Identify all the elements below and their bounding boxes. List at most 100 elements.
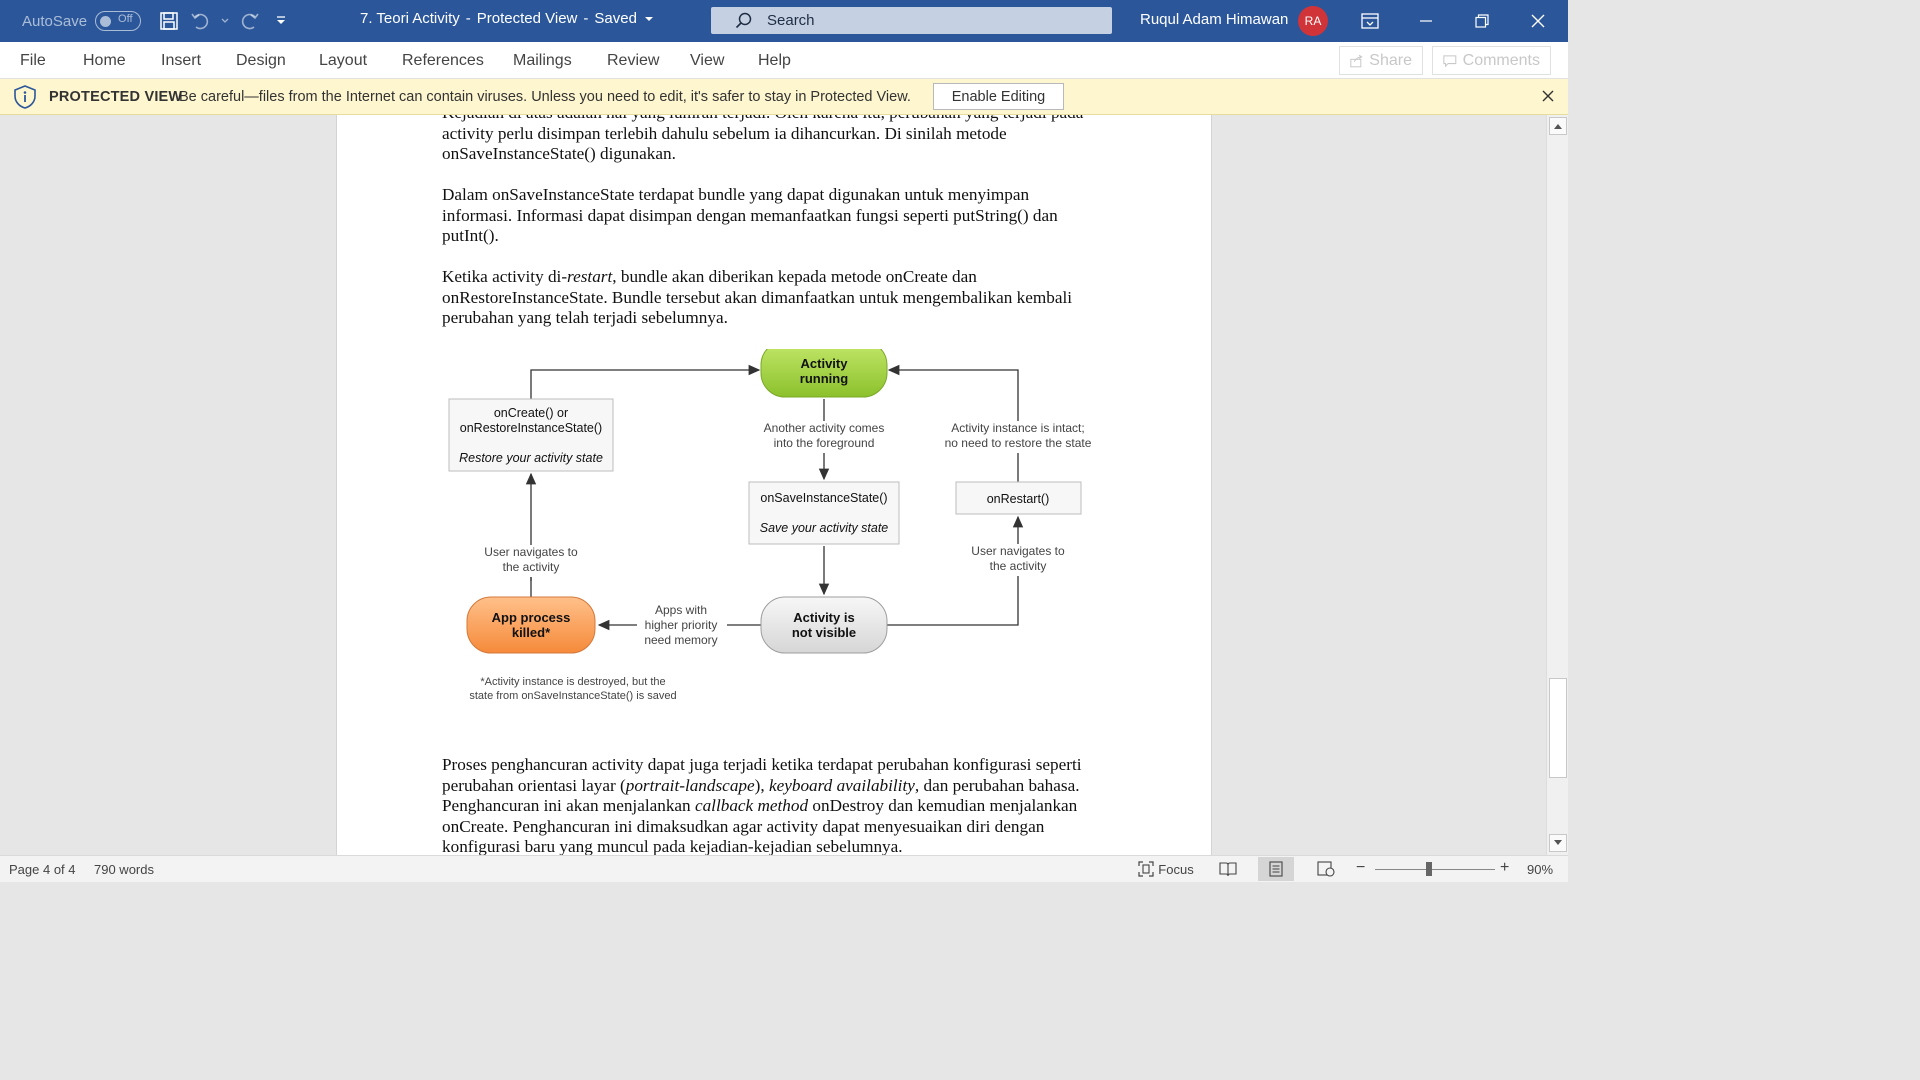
minimize-icon: [1420, 20, 1432, 22]
web-layout-icon: [1317, 861, 1335, 877]
document-area: Kejadian di atas adalah hal yang lumrah …: [0, 115, 1546, 855]
text-line: putInt().: [442, 226, 499, 245]
zoom-out-button[interactable]: −: [1356, 859, 1365, 877]
undo-icon[interactable]: [187, 7, 215, 35]
text-line: onSaveInstanceState() digunakan.: [442, 144, 676, 163]
tab-file[interactable]: File: [20, 52, 46, 70]
close-window-button[interactable]: [1510, 0, 1566, 42]
italic-run: portrait-landscape: [625, 775, 755, 795]
activity-lifecycle-diagram: Activity running onCreate() or onRestore…: [448, 349, 1101, 702]
app-process-killed-node: App process killed*: [466, 596, 596, 654]
paragraph-2: Ketika activity di-restart, bundle akan …: [442, 267, 1112, 329]
ribbon-tabs: File Home Insert Design Layout Reference…: [0, 42, 1568, 79]
scroll-thumb[interactable]: [1549, 678, 1567, 778]
activity-running-node: Activity running: [760, 349, 888, 398]
close-icon[interactable]: [1540, 88, 1556, 104]
zoom-slider-thumb[interactable]: [1426, 862, 1432, 876]
enable-editing-button[interactable]: Enable Editing: [933, 83, 1064, 110]
restore-icon: [1475, 14, 1489, 28]
restore-button[interactable]: [1454, 0, 1510, 42]
autosave-toggle[interactable]: Off: [95, 11, 142, 31]
another-label-1: Another activity comes: [764, 421, 885, 435]
italic-run: keyboard availability: [768, 775, 915, 795]
tab-design[interactable]: Design: [236, 52, 286, 70]
text-line: onCreate. Penghancuran ini dimaksudkan a…: [442, 816, 1045, 836]
comment-icon: [1443, 54, 1457, 67]
tab-mailings[interactable]: Mailings: [513, 52, 572, 70]
italic-run: callback method: [694, 796, 809, 815]
page-count[interactable]: Page 4 of 4: [9, 862, 76, 877]
minimize-button[interactable]: [1398, 0, 1454, 42]
customize-qat-icon[interactable]: [267, 7, 295, 35]
text-line: informasi. Informasi dapat disimpan deng…: [442, 205, 1058, 225]
share-icon: [1350, 54, 1363, 67]
autosave-label: AutoSave: [22, 12, 88, 30]
protected-view-bar: PROTECTED VIEW Be careful—files from the…: [0, 79, 1568, 115]
arrow-up-icon: [1554, 124, 1562, 129]
text-run: , dan perubahan bahasa.: [914, 775, 1080, 795]
user-name[interactable]: Ruqul Adam Himawan: [1140, 11, 1288, 28]
undo-dropdown-icon[interactable]: [219, 7, 231, 35]
tab-references[interactable]: References: [402, 52, 484, 70]
avatar[interactable]: RA: [1298, 6, 1328, 36]
text-run: Ketika activity di-: [442, 267, 568, 286]
book-icon: [1219, 862, 1237, 877]
focus-button[interactable]: Focus: [1136, 857, 1196, 881]
text-run: perubahan orientasi layar (: [442, 775, 626, 795]
redo-icon[interactable]: [235, 7, 263, 35]
tab-view[interactable]: View: [690, 52, 724, 70]
search-box[interactable]: Search: [711, 7, 1112, 34]
tab-home[interactable]: Home: [83, 52, 126, 70]
footnote-line-1: *Activity instance is destroyed, but the: [480, 676, 665, 688]
nav-right-label-1: User navigates to: [971, 544, 1065, 558]
running-label-1: Activity: [801, 356, 849, 371]
comments-label: Comments: [1462, 51, 1540, 69]
vertical-scrollbar[interactable]: [1546, 115, 1568, 855]
intact-caption: Activity instance is intact; no need to …: [935, 421, 1101, 453]
autosave-state: Off: [118, 13, 133, 25]
tab-insert[interactable]: Insert: [161, 52, 201, 70]
footnote-line-2: state from onSaveInstanceState() is save…: [469, 690, 676, 702]
text-run: ),: [754, 775, 769, 795]
web-layout-button[interactable]: [1308, 857, 1344, 881]
zoom-level[interactable]: 90%: [1527, 862, 1553, 877]
share-button[interactable]: Share: [1339, 46, 1423, 75]
document-title[interactable]: 7. Teori Activity - Protected View - Sav…: [360, 10, 655, 27]
close-icon: [1531, 14, 1545, 28]
ribbon-display-options-button[interactable]: [1342, 0, 1398, 42]
text-run: Penghancuran ini akan menjalankan: [442, 796, 695, 815]
ribbon-display-icon: [1361, 13, 1379, 29]
tab-help[interactable]: Help: [758, 52, 791, 70]
diagram-footnote: *Activity instance is destroyed, but the…: [469, 676, 676, 702]
text-run: onDestroy dan kemudian menjalankan: [808, 796, 1078, 815]
tab-review[interactable]: Review: [607, 52, 659, 70]
foreground-caption: Another activity comes into the foregrou…: [752, 421, 896, 453]
oncreate-label-3: Restore your activity state: [459, 451, 603, 465]
text-line: onRestoreInstanceState. Bundle tersebut …: [442, 287, 1073, 307]
comments-button[interactable]: Comments: [1432, 46, 1551, 75]
read-mode-button[interactable]: [1210, 857, 1246, 881]
focus-icon: [1138, 861, 1154, 877]
text-line: activity perlu disimpan terlebih dahulu …: [442, 123, 1007, 143]
zoom-slider[interactable]: [1375, 869, 1495, 870]
doc-status: Saved: [594, 10, 637, 27]
title-bar: AutoSave Off 7. Teori Activity - Protect…: [0, 0, 1568, 42]
navigate-caption-left: User navigates to the activity: [473, 545, 589, 577]
memory-caption: Apps with higher priority need memory: [644, 603, 717, 647]
apps-label-3: need memory: [644, 633, 717, 647]
killed-label-2: killed*: [512, 625, 551, 640]
doc-separator-2: -: [583, 10, 589, 27]
running-label-2: running: [800, 371, 848, 386]
word-count[interactable]: 790 words: [94, 862, 154, 877]
tab-layout[interactable]: Layout: [319, 52, 367, 70]
zoom-in-button[interactable]: +: [1500, 859, 1509, 877]
document-page[interactable]: Kejadian di atas adalah hal yang lumrah …: [336, 115, 1212, 855]
status-bar: Page 4 of 4 790 words Focus − + 90%: [0, 855, 1568, 882]
notvisible-label-2: not visible: [792, 625, 856, 640]
notvisible-label-1: Activity is: [793, 610, 854, 625]
print-layout-button[interactable]: [1258, 857, 1294, 881]
chevron-down-icon: [644, 16, 653, 21]
save-icon[interactable]: [155, 7, 183, 35]
scroll-down-button[interactable]: [1549, 834, 1567, 852]
scroll-up-button[interactable]: [1549, 117, 1567, 135]
